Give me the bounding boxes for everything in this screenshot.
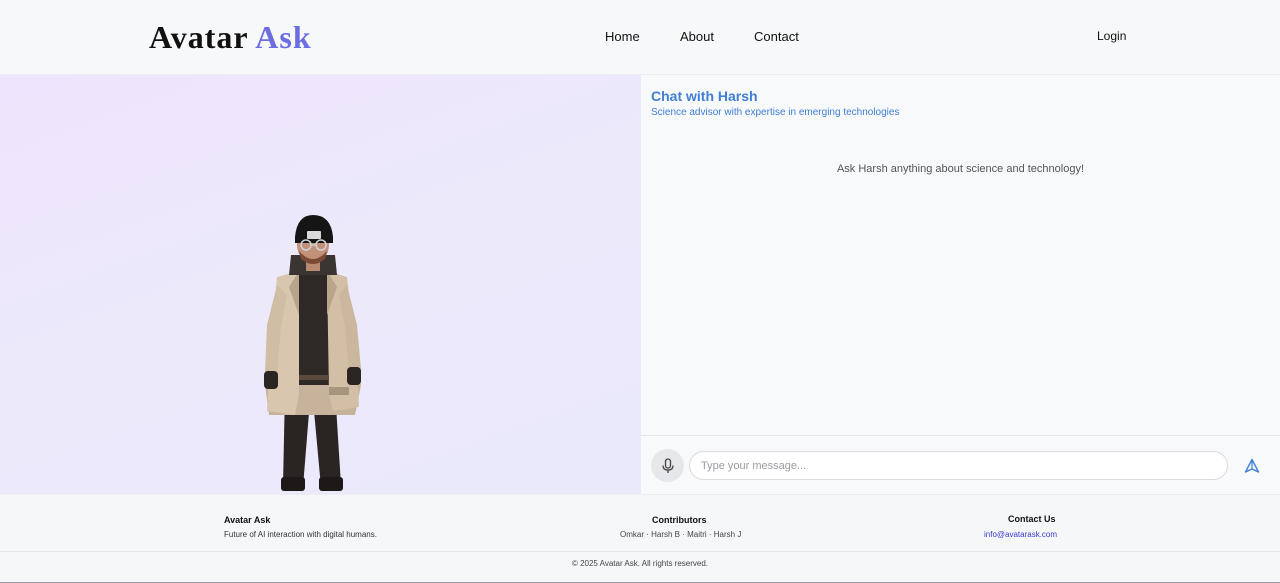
footer-contributors-list: Omkar · Harsh B · Maitri · Harsh J — [620, 530, 742, 539]
footer-contact-title: Contact Us — [1008, 514, 1056, 524]
microphone-icon — [661, 457, 674, 473]
login-button[interactable]: Login — [1097, 29, 1126, 43]
top-navbar: Avatar Ask Home About Contact Login — [0, 0, 1280, 75]
chat-subtitle: Science advisor with expertise in emergi… — [651, 107, 900, 118]
footer-contact-email-link[interactable]: info@avatarask.com — [984, 530, 1057, 539]
footer-brand-title: Avatar Ask — [224, 515, 271, 525]
chat-panel: Chat with Harsh Science advisor with exp… — [641, 75, 1280, 494]
footer-divider — [0, 551, 1280, 552]
message-composer — [641, 435, 1280, 494]
copyright-text: © 2025 Avatar Ask. All rights reserved. — [571, 559, 709, 568]
chat-title: Chat with Harsh — [651, 88, 758, 104]
microphone-button[interactable] — [651, 449, 684, 482]
send-icon — [1244, 458, 1260, 473]
nav-home-link[interactable]: Home — [605, 29, 640, 44]
site-footer: Avatar Ask Future of AI interaction with… — [0, 494, 1280, 583]
logo-word-ask: Ask — [255, 19, 312, 55]
message-input[interactable] — [689, 451, 1228, 480]
nav-about-link[interactable]: About — [680, 29, 714, 44]
brand-logo[interactable]: Avatar Ask — [149, 17, 312, 57]
logo-word-avatar: Avatar — [149, 19, 249, 55]
footer-contributors-title: Contributors — [652, 515, 707, 525]
footer-brand-tagline: Future of AI interaction with digital hu… — [224, 530, 377, 539]
chat-empty-prompt: Ask Harsh anything about science and tec… — [836, 163, 1085, 175]
avatar-stage — [0, 75, 641, 494]
avatar-figure — [264, 215, 361, 491]
nav-contact-link[interactable]: Contact — [754, 29, 799, 44]
send-button[interactable] — [1242, 456, 1262, 476]
